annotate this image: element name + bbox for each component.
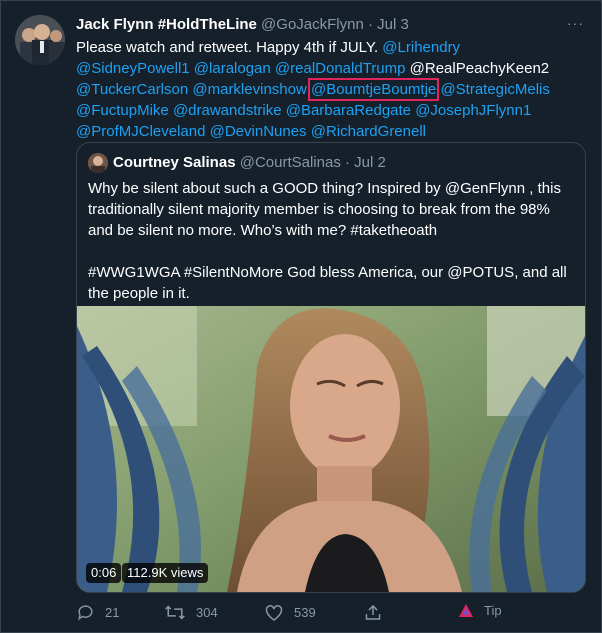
mention-link[interactable]: @Lrihendry	[382, 39, 460, 56]
tweet-card[interactable]: Jack Flynn #HoldTheLine @GoJackFlynn · J…	[0, 0, 602, 633]
quoted-author-handle[interactable]: @CourtSalinas	[240, 154, 341, 171]
heart-icon	[265, 605, 283, 621]
tip-icon	[459, 604, 473, 617]
mention-link[interactable]: @laralogan	[194, 60, 271, 77]
more-options-icon[interactable]: ···	[567, 15, 584, 31]
header-separator: ·	[367, 16, 373, 33]
video-thumbnail	[77, 306, 585, 592]
mention-link[interactable]: @drawandstrike	[173, 102, 282, 119]
mention-link[interactable]: @ProfMJCleveland	[76, 123, 205, 140]
video-views-badge: 112.9K views	[122, 563, 209, 583]
retweet-button[interactable]: 304	[164, 603, 218, 622]
reply-count: 21	[105, 605, 120, 620]
share-icon	[365, 604, 381, 620]
highlighted-mention-link[interactable]: @BoumtjeBoumtje	[307, 78, 440, 101]
quoted-author-name[interactable]: Courtney Salinas	[113, 154, 236, 171]
quoted-text-part: Why be silent about such a GOOD thing? I…	[88, 180, 445, 197]
tweet-body-text: Please watch and retweet. Happy 4th if J…	[76, 39, 383, 56]
quoted-tweet-text: Why be silent about such a GOOD thing? I…	[88, 178, 578, 304]
retweet-icon	[165, 605, 185, 620]
mention-link[interactable]: @TuckerCarlson	[76, 81, 188, 98]
tweet-actions: 21 304 539 Tip	[76, 603, 596, 625]
video-duration-badge: 0:06	[86, 563, 122, 583]
mention-link[interactable]: @JosephJFlynn1	[415, 102, 531, 119]
quoted-tweet-header: Courtney Salinas @CourtSalinas · Jul 2	[113, 153, 386, 173]
quoted-author-avatar[interactable]	[88, 153, 108, 173]
tweet-text: Please watch and retweet. Happy 4th if J…	[76, 37, 576, 142]
mention-link[interactable]: @marklevinshow	[192, 81, 306, 98]
author-name[interactable]: Jack Flynn #HoldTheLine	[76, 16, 257, 33]
video-player[interactable]	[77, 306, 585, 592]
mention-link[interactable]: @GenFlynn	[445, 180, 525, 197]
mention-link[interactable]: @DevinNunes	[210, 123, 307, 140]
reply-icon	[78, 605, 93, 621]
quoted-header-separator: ·	[345, 154, 350, 171]
mention-link[interactable]: @StrategicMelis	[440, 81, 549, 98]
mention-link[interactable]: @BarbaraRedgate	[286, 102, 411, 119]
mention-link[interactable]: @RichardGrenell	[311, 123, 426, 140]
author-handle[interactable]: @GoJackFlynn	[261, 16, 364, 33]
reply-button[interactable]: 21	[76, 603, 119, 622]
tweet-header: Jack Flynn #HoldTheLine @GoJackFlynn · J…	[76, 15, 409, 35]
quoted-text-part: #WWG1WGA #SilentNoMore God bless America…	[88, 264, 567, 302]
mention-link[interactable]: @SidneyPowell1	[76, 60, 190, 77]
like-count: 539	[294, 605, 316, 620]
author-avatar[interactable]	[15, 15, 65, 65]
tweet-date[interactable]: Jul 3	[377, 16, 409, 33]
retweet-count: 304	[196, 605, 218, 620]
mention-link[interactable]: @FuctupMike	[76, 102, 169, 119]
tip-button[interactable]: Tip	[458, 603, 502, 618]
like-button[interactable]: 539	[264, 603, 316, 622]
mention-link[interactable]: @RealPeachyKeen2	[410, 60, 549, 77]
quoted-tweet[interactable]: Courtney Salinas @CourtSalinas · Jul 2 W…	[76, 142, 586, 593]
share-button[interactable]	[364, 603, 382, 622]
quoted-tweet-date[interactable]: Jul 2	[354, 154, 386, 171]
mention-link[interactable]: @realDonaldTrump	[275, 60, 406, 77]
tip-label: Tip	[484, 603, 502, 618]
